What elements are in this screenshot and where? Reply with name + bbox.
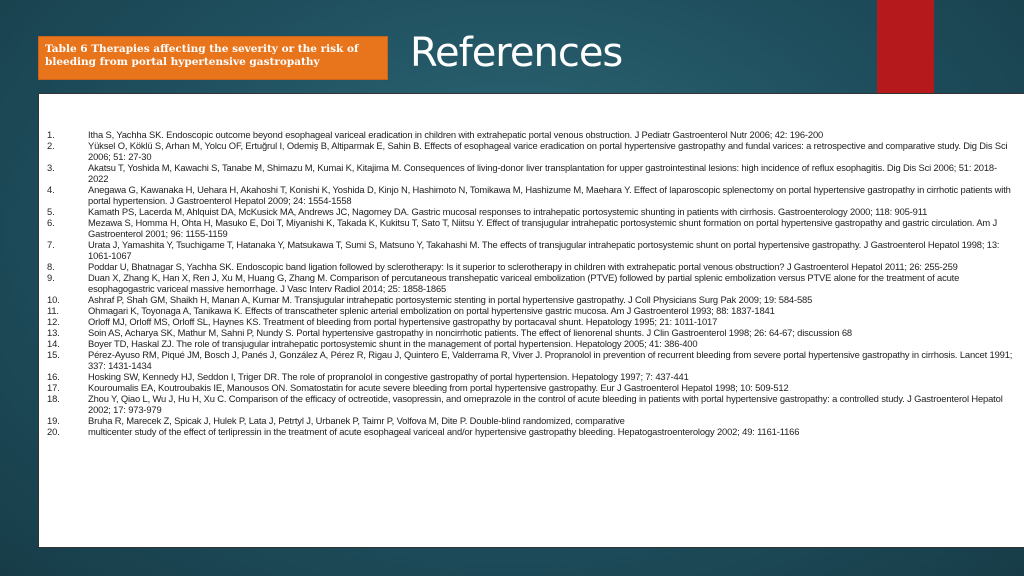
reference-text: multicenter study of the effect of terli…: [88, 426, 800, 437]
reference-item: 7. Urata J, Yamashita Y, Tsuchigame T, Ha…: [47, 239, 1016, 261]
reference-number: 8.: [47, 261, 55, 272]
reference-item: 6. Mezawa S, Homma H, Ohta H, Masuko E, D…: [47, 217, 1016, 239]
reference-text: Akatsu T, Yoshida M, Kawachi S, Tanabe M…: [88, 162, 997, 184]
reference-item: 11. Ohmagari K, Toyonaga A, Tanikawa K. E…: [47, 305, 1016, 316]
reference-text: Hosking SW, Kennedy HJ, Seddon I, Triger…: [88, 371, 689, 382]
reference-text: Boyer TD, Haskal ZJ. The role of transju…: [88, 338, 698, 349]
reference-text: Zhou Y, Qiao L, Wu J, Hu H, Xu C. Compar…: [88, 393, 1003, 415]
reference-number: 7.: [47, 239, 55, 250]
reference-number: 19.: [47, 415, 60, 426]
reference-number: 18.: [47, 393, 60, 404]
reference-number: 16.: [47, 371, 60, 382]
reference-number: 5.: [47, 206, 55, 217]
references-panel: 1. Itha S, Yachha SK. Endoscopic outcome …: [38, 93, 1024, 548]
reference-number: 15.: [47, 349, 60, 360]
reference-number: 10.: [47, 294, 60, 305]
reference-number: 17.: [47, 382, 60, 393]
reference-number: 12.: [47, 316, 60, 327]
reference-item: 20. multicenter study of the effect of te…: [47, 426, 1016, 437]
reference-text: Anegawa G, Kawanaka H, Uehara H, Akahosh…: [88, 184, 1011, 206]
reference-text: Itha S, Yachha SK. Endoscopic outcome be…: [88, 129, 824, 140]
reference-item: 18. Zhou Y, Qiao L, Wu J, Hu H, Xu C. Com…: [47, 393, 1016, 415]
reference-number: 1.: [47, 129, 55, 140]
reference-item: 9. Duan X, Zhang K, Han X, Ren J, Xu M, H…: [47, 272, 1016, 294]
reference-text: Bruha R, Marecek Z, Spicak J, Hulek P, L…: [88, 415, 625, 426]
reference-number: 13.: [47, 327, 60, 338]
reference-number: 20.: [47, 426, 60, 437]
reference-number: 6.: [47, 217, 55, 228]
reference-number: 11.: [47, 305, 59, 316]
reference-text: Urata J, Yamashita Y, Tsuchigame T, Hata…: [88, 239, 1000, 261]
slide-title: References: [410, 30, 623, 76]
reference-number: 14.: [47, 338, 60, 349]
reference-item: 4. Anegawa G, Kawanaka H, Uehara H, Akaho…: [47, 184, 1016, 206]
reference-number: 2.: [47, 140, 55, 151]
reference-list: 1. Itha S, Yachha SK. Endoscopic outcome …: [47, 129, 1016, 437]
reference-item: 1. Itha S, Yachha SK. Endoscopic outcome …: [47, 129, 1016, 140]
reference-number: 3.: [47, 162, 55, 173]
reference-text: Ohmagari K, Toyonaga A, Tanikawa K. Effe…: [88, 305, 775, 316]
reference-text: Pérez-Ayuso RM, Piqué JM, Bosch J, Panés…: [88, 349, 1013, 371]
table-caption-image: Table 6 Therapies affecting the severity…: [38, 36, 388, 80]
reference-item: 2. Yüksel O, Köklü S, Arhan M, Yolcu OF, …: [47, 140, 1016, 162]
reference-text: Kouroumalis EA, Koutroubakis IE, Manouso…: [88, 382, 789, 393]
reference-text: Orloff MJ, Orloff MS, Orloff SL, Haynes …: [88, 316, 718, 327]
reference-number: 9.: [47, 272, 55, 283]
reference-item: 12. Orloff MJ, Orloff MS, Orloff SL, Hayn…: [47, 316, 1016, 327]
reference-text: Kamath PS, Lacerda M, Ahlquist DA, McKus…: [88, 206, 928, 217]
reference-text: Poddar U, Bhatnagar S, Yachha SK. Endosc…: [88, 261, 958, 272]
reference-text: Yüksel O, Köklü S, Arhan M, Yolcu OF, Er…: [88, 140, 1008, 162]
reference-item: 5. Kamath PS, Lacerda M, Ahlquist DA, McK…: [47, 206, 1016, 217]
reference-text: Soin AS, Acharya SK, Mathur M, Sahni P, …: [88, 327, 852, 338]
reference-text: Duan X, Zhang K, Han X, Ren J, Xu M, Hua…: [88, 272, 960, 294]
reference-item: 14. Boyer TD, Haskal ZJ. The role of tran…: [47, 338, 1016, 349]
reference-item: 19. Bruha R, Marecek Z, Spicak J, Hulek P…: [47, 415, 1016, 426]
accent-bar: [877, 0, 934, 93]
reference-item: 8. Poddar U, Bhatnagar S, Yachha SK. Endo…: [47, 261, 1016, 272]
reference-text: Ashraf P, Shah GM, Shaikh H, Manan A, Ku…: [88, 294, 813, 305]
reference-item: 16. Hosking SW, Kennedy HJ, Seddon I, Tri…: [47, 371, 1016, 382]
reference-number: 4.: [47, 184, 55, 195]
reference-item: 17. Kouroumalis EA, Koutroubakis IE, Mano…: [47, 382, 1016, 393]
reference-text: Mezawa S, Homma H, Ohta H, Masuko E, Doi…: [88, 217, 998, 239]
reference-item: 10. Ashraf P, Shah GM, Shaikh H, Manan A,…: [47, 294, 1016, 305]
reference-item: 3. Akatsu T, Yoshida M, Kawachi S, Tanabe…: [47, 162, 1016, 184]
reference-item: 15. Pérez-Ayuso RM, Piqué JM, Bosch J, Pa…: [47, 349, 1016, 371]
reference-item: 13. Soin AS, Acharya SK, Mathur M, Sahni …: [47, 327, 1016, 338]
